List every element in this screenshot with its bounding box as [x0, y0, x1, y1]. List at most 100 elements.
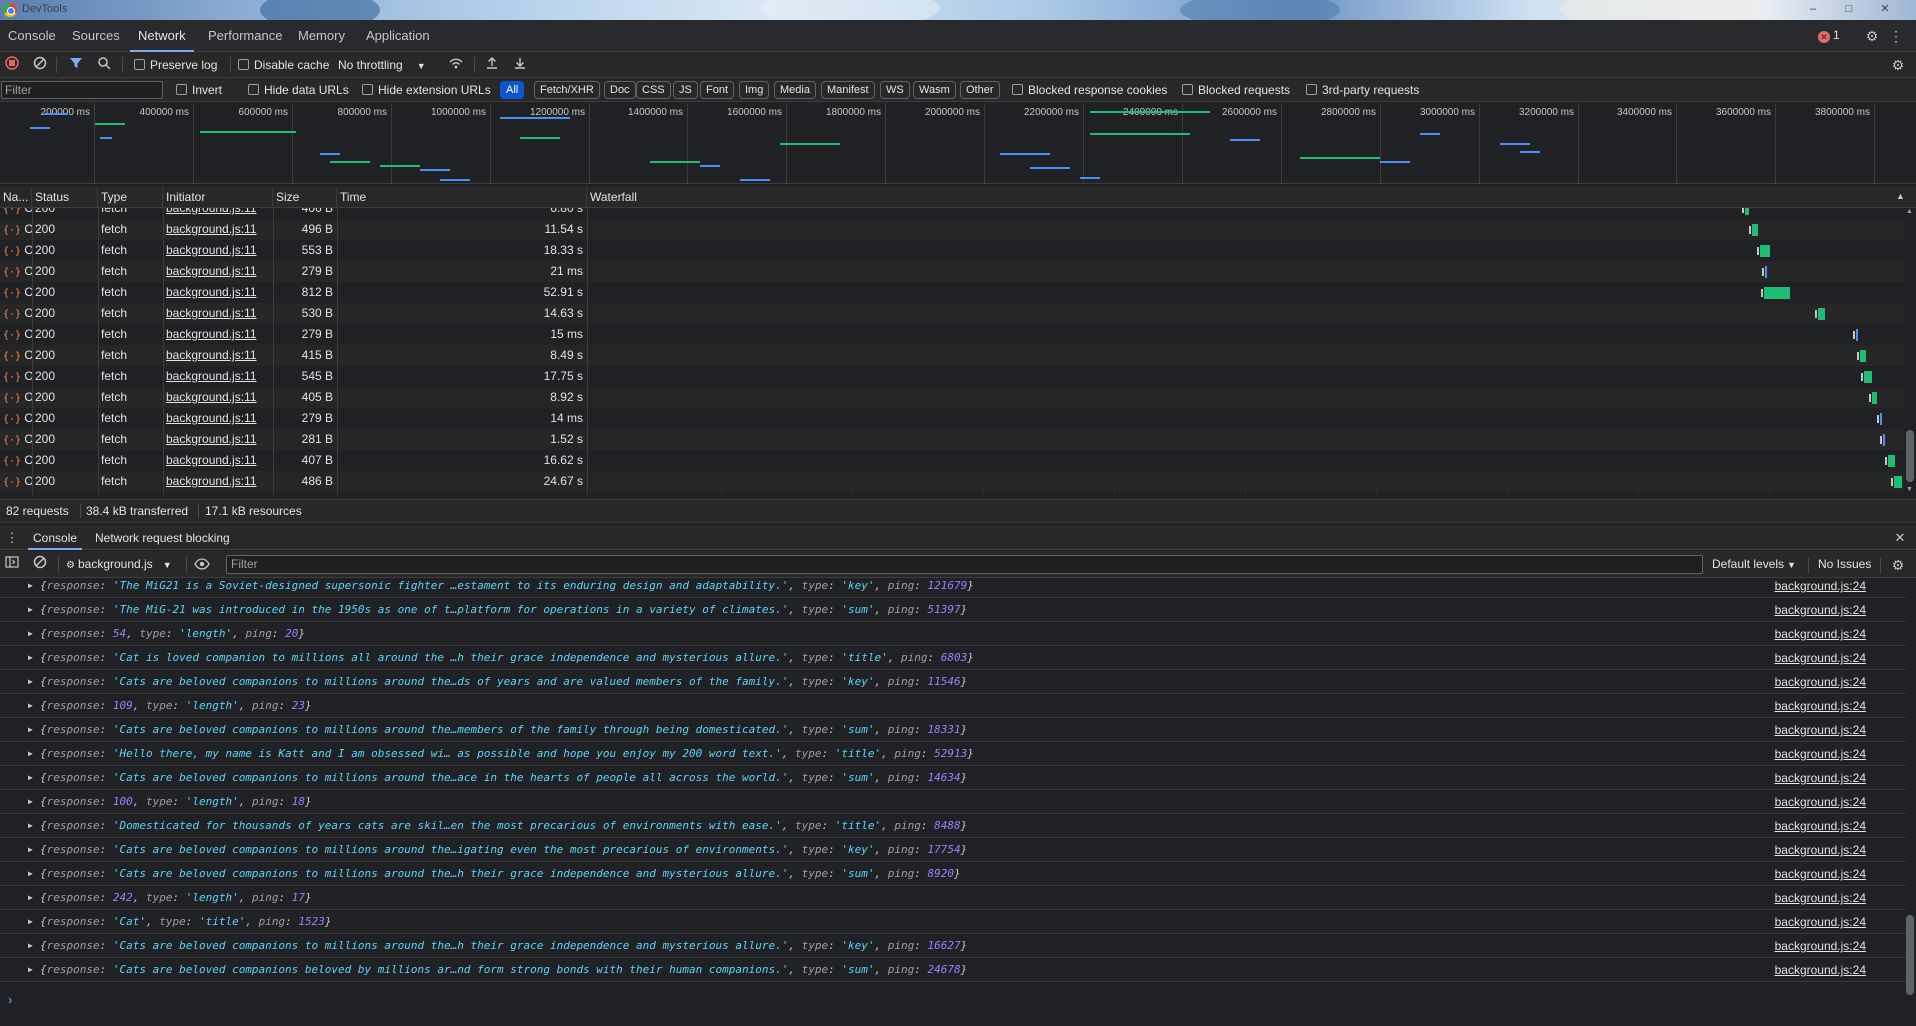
- initiator-cell[interactable]: background.js:11: [163, 208, 273, 219]
- scroll-down-icon[interactable]: ▼: [1906, 486, 1913, 493]
- type-filter-media[interactable]: Media: [774, 81, 816, 99]
- request-name-cell[interactable]: {·} O: [0, 324, 32, 345]
- network-conditions-wifi-icon[interactable]: [446, 55, 466, 75]
- expand-triangle-icon[interactable]: ▶: [28, 814, 33, 838]
- clear-icon[interactable]: [30, 55, 50, 75]
- log-object[interactable]: {response: 'Cats are beloved companions …: [40, 718, 967, 742]
- drawer-tab-network-request-blocking[interactable]: Network request blocking: [90, 526, 235, 550]
- type-filter-css[interactable]: CSS: [636, 81, 671, 99]
- request-row[interactable]: {·} O 200 fetch background.js:11 812 B 52.91 …: [0, 282, 1906, 303]
- network-overview-timeline[interactable]: 200000 ms400000 ms600000 ms800000 ms1000…: [0, 103, 1916, 184]
- log-object[interactable]: {response: 'Cats are beloved companions …: [40, 766, 967, 790]
- log-source-link[interactable]: background.js:24: [1775, 718, 1866, 742]
- request-row[interactable]: {·} O 200 fetch background.js:11 496 B 11.54 …: [0, 219, 1906, 240]
- log-source-link[interactable]: background.js:24: [1775, 814, 1866, 838]
- scroll-up-icon[interactable]: ▲: [1906, 208, 1913, 215]
- request-name-cell[interactable]: {·} O: [0, 303, 32, 324]
- request-name-cell[interactable]: {·} O: [0, 408, 32, 429]
- maximize-icon[interactable]: □: [1842, 2, 1856, 16]
- tab-memory[interactable]: Memory: [290, 20, 353, 52]
- console-log-entry[interactable]: ▶ {response: 'Cats are beloved companions…: [0, 670, 1906, 694]
- console-settings-gear-icon[interactable]: ⚙: [1888, 555, 1908, 575]
- log-source-link[interactable]: background.js:24: [1775, 838, 1866, 862]
- live-expression-eye-icon[interactable]: [192, 555, 212, 575]
- initiator-link[interactable]: background.js:11: [166, 208, 257, 215]
- expand-triangle-icon[interactable]: ▶: [28, 886, 33, 910]
- scrollbar-thumb[interactable]: [1906, 915, 1914, 995]
- request-name-cell[interactable]: {·} O: [0, 208, 32, 219]
- initiator-cell[interactable]: background.js:11: [163, 450, 273, 471]
- initiator-link[interactable]: background.js:11: [166, 327, 257, 341]
- waterfall-timing-bar[interactable]: [1856, 329, 1858, 341]
- log-source-link[interactable]: background.js:24: [1775, 646, 1866, 670]
- column-initiator[interactable]: Initiator: [163, 187, 273, 208]
- export-har-icon[interactable]: [510, 55, 530, 75]
- initiator-cell[interactable]: background.js:11: [163, 261, 273, 282]
- initiator-cell[interactable]: background.js:11: [163, 408, 273, 429]
- waterfall-timing-bar[interactable]: [1818, 308, 1825, 320]
- type-filter-other[interactable]: Other: [960, 81, 1000, 99]
- log-levels-select[interactable]: Default levels ▼: [1712, 551, 1796, 578]
- console-log-entry[interactable]: ▶ {response: 'Cats are beloved companions…: [0, 838, 1906, 862]
- hide-extension-urls-checkbox[interactable]: Hide extension URLs: [362, 78, 491, 102]
- console-log-entry[interactable]: ▶ {response: 'Hello there, my name is Kat…: [0, 742, 1906, 766]
- request-name-cell[interactable]: {·} O: [0, 345, 32, 366]
- column-waterfall[interactable]: Waterfall: [587, 187, 1897, 208]
- type-filter-js[interactable]: JS: [673, 81, 698, 99]
- initiator-link[interactable]: background.js:11: [166, 411, 257, 425]
- context-selector[interactable]: ⚙ background.js ▼: [66, 551, 172, 578]
- expand-triangle-icon[interactable]: ▶: [28, 766, 33, 790]
- log-object[interactable]: {response: 'The MiG-21 was introduced in…: [40, 598, 967, 622]
- console-log-entry[interactable]: ▶ {response: 100, type: 'length', ping: 1…: [0, 790, 1906, 814]
- waterfall-timing-bar[interactable]: [1880, 413, 1882, 425]
- type-filter-all[interactable]: All: [500, 81, 525, 99]
- expand-triangle-icon[interactable]: ▶: [28, 862, 33, 886]
- console-log-entry[interactable]: ▶ {response: 'Cats are beloved companions…: [0, 718, 1906, 742]
- log-source-link[interactable]: background.js:24: [1775, 742, 1866, 766]
- log-object[interactable]: {response: 54, type: 'length', ping: 20}: [40, 622, 305, 646]
- console-log-entry[interactable]: ▶ {response: 'Cats are beloved companions…: [0, 958, 1906, 982]
- log-object[interactable]: {response: 109, type: 'length', ping: 23…: [40, 694, 312, 718]
- log-object[interactable]: {response: 'Cat is loved companion to mi…: [40, 646, 974, 670]
- expand-triangle-icon[interactable]: ▶: [28, 958, 33, 982]
- request-name-cell[interactable]: {·} O: [0, 471, 32, 492]
- request-name-cell[interactable]: {·} O: [0, 366, 32, 387]
- log-source-link[interactable]: background.js:24: [1775, 766, 1866, 790]
- type-filter-fetch-xhr[interactable]: Fetch/XHR: [534, 81, 600, 99]
- initiator-link[interactable]: background.js:11: [166, 222, 257, 236]
- console-log-entry[interactable]: ▶ {response: 'Cats are beloved companions…: [0, 934, 1906, 958]
- initiator-cell[interactable]: background.js:11: [163, 282, 273, 303]
- more-options-icon[interactable]: ⋮: [1886, 26, 1906, 46]
- initiator-link[interactable]: background.js:11: [166, 348, 257, 362]
- expand-triangle-icon[interactable]: ▶: [28, 622, 33, 646]
- network-settings-gear-icon[interactable]: ⚙: [1888, 55, 1908, 75]
- import-har-icon[interactable]: [482, 55, 502, 75]
- initiator-link[interactable]: background.js:11: [166, 264, 257, 278]
- waterfall-timing-bar[interactable]: [1752, 224, 1758, 236]
- log-source-link[interactable]: background.js:24: [1775, 670, 1866, 694]
- request-row[interactable]: {·} O 200 fetch background.js:11 486 B 24.67 …: [0, 471, 1906, 492]
- expand-triangle-icon[interactable]: ▶: [28, 694, 33, 718]
- expand-triangle-icon[interactable]: ▶: [28, 742, 33, 766]
- request-row[interactable]: {·} O 200 fetch background.js:11 415 B 8.49 s: [0, 345, 1906, 366]
- type-filter-ws[interactable]: WS: [880, 81, 910, 99]
- network-filter-input[interactable]: Filter: [1, 81, 163, 99]
- request-row[interactable]: {·} O 200 fetch background.js:11 279 B 21 ms: [0, 261, 1906, 282]
- type-filter-img[interactable]: Img: [739, 81, 770, 99]
- waterfall-timing-bar[interactable]: [1765, 266, 1767, 278]
- settings-gear-icon[interactable]: ⚙: [1862, 26, 1882, 46]
- column-name[interactable]: Na...: [0, 187, 32, 208]
- request-name-cell[interactable]: {·} O: [0, 261, 32, 282]
- waterfall-timing-bar[interactable]: [1872, 392, 1877, 404]
- sidebar-toggle-icon[interactable]: [2, 554, 22, 574]
- column-time[interactable]: Time: [337, 187, 587, 208]
- initiator-cell[interactable]: background.js:11: [163, 387, 273, 408]
- blocked-response-cookies-checkbox[interactable]: Blocked response cookies: [1012, 78, 1167, 102]
- log-object[interactable]: {response: 'Cats are beloved companions …: [40, 838, 967, 862]
- log-object[interactable]: {response: 'Cats are beloved companions …: [40, 934, 967, 958]
- clear-console-icon[interactable]: [30, 554, 50, 574]
- request-name-cell[interactable]: {·} O: [0, 240, 32, 261]
- tab-application[interactable]: Application: [358, 20, 438, 52]
- console-log-entry[interactable]: ▶ {response: 'Cats are beloved companions…: [0, 862, 1906, 886]
- expand-triangle-icon[interactable]: ▶: [28, 598, 33, 622]
